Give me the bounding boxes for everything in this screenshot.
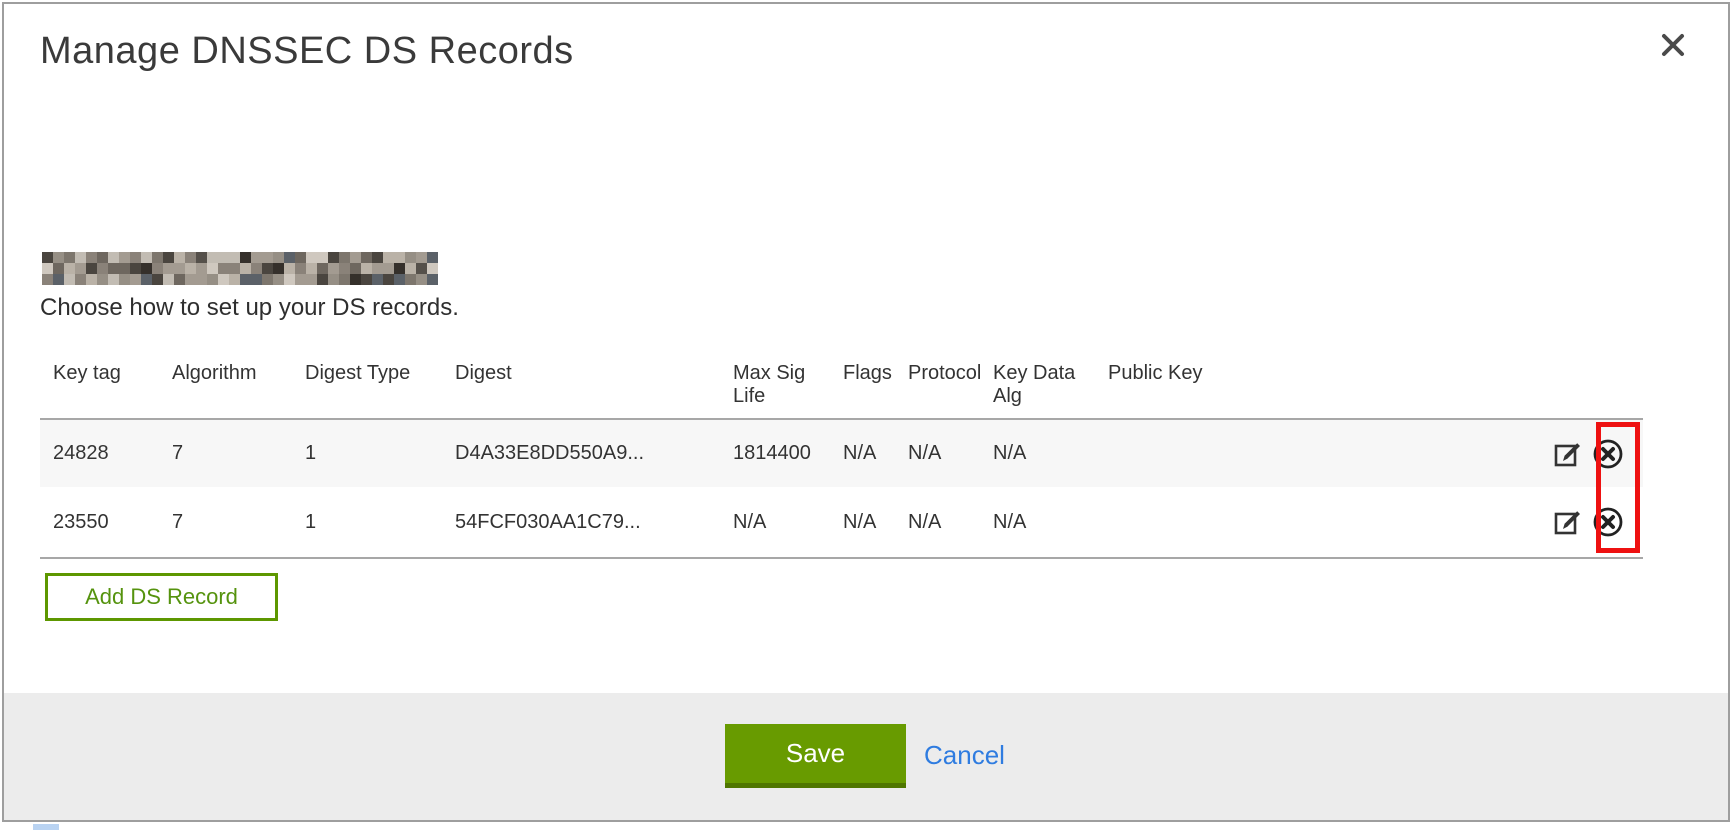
edit-icon[interactable] <box>1552 438 1584 470</box>
cell-key-tag: 24828 <box>40 442 172 465</box>
cell-digest-type: 1 <box>305 442 455 465</box>
close-icon[interactable] <box>1660 32 1686 58</box>
col-header-public-key: Public Key <box>1108 355 1540 385</box>
cell-max-sig-life: 1814400 <box>733 442 843 465</box>
redacted-domain-name <box>42 252 438 285</box>
edit-icon[interactable] <box>1552 506 1584 538</box>
table-row: 23550 7 1 54FCF030AA1C79... N/A N/A N/A … <box>40 487 1643 559</box>
instruction-text: Choose how to set up your DS records. <box>40 294 459 322</box>
cell-flags: N/A <box>843 442 908 465</box>
cell-key-data-alg: N/A <box>993 511 1108 534</box>
col-header-digest: Digest <box>455 355 733 385</box>
col-header-key-data-alg: Key Data Alg <box>993 355 1108 408</box>
dialog-footer: Save Cancel <box>4 693 1728 820</box>
cell-max-sig-life: N/A <box>733 511 843 534</box>
cell-digest: D4A33E8DD550A9... <box>455 442 733 465</box>
cell-protocol: N/A <box>908 511 993 534</box>
cell-algorithm: 7 <box>172 442 305 465</box>
col-header-digest-type: Digest Type <box>305 355 455 385</box>
add-ds-record-button[interactable]: Add DS Record <box>45 573 278 621</box>
col-header-flags: Flags <box>843 355 908 385</box>
col-header-max-sig-life: Max Sig Life <box>733 355 843 408</box>
col-header-algorithm: Algorithm <box>172 355 305 385</box>
delete-icon[interactable] <box>1592 506 1624 538</box>
ds-records-table: Key tag Algorithm Digest Type Digest Max… <box>40 355 1643 559</box>
cell-flags: N/A <box>843 511 908 534</box>
manage-ds-records-dialog: Manage DNSSEC DS Records Choose how to s… <box>2 2 1730 822</box>
cell-key-data-alg: N/A <box>993 442 1108 465</box>
cell-algorithm: 7 <box>172 511 305 534</box>
table-row: 24828 7 1 D4A33E8DD550A9... 1814400 N/A … <box>40 418 1643 487</box>
save-button[interactable]: Save <box>725 724 906 788</box>
cell-digest-type: 1 <box>305 511 455 534</box>
col-header-protocol: Protocol <box>908 355 993 385</box>
col-header-key-tag: Key tag <box>40 355 172 385</box>
delete-icon[interactable] <box>1592 438 1624 470</box>
cell-digest: 54FCF030AA1C79... <box>455 511 733 534</box>
table-header-row: Key tag Algorithm Digest Type Digest Max… <box>40 355 1643 418</box>
page-title: Manage DNSSEC DS Records <box>40 30 574 73</box>
cell-key-tag: 23550 <box>40 511 172 534</box>
cell-protocol: N/A <box>908 442 993 465</box>
background-artifact <box>33 824 59 830</box>
cancel-link[interactable]: Cancel <box>924 740 1005 771</box>
